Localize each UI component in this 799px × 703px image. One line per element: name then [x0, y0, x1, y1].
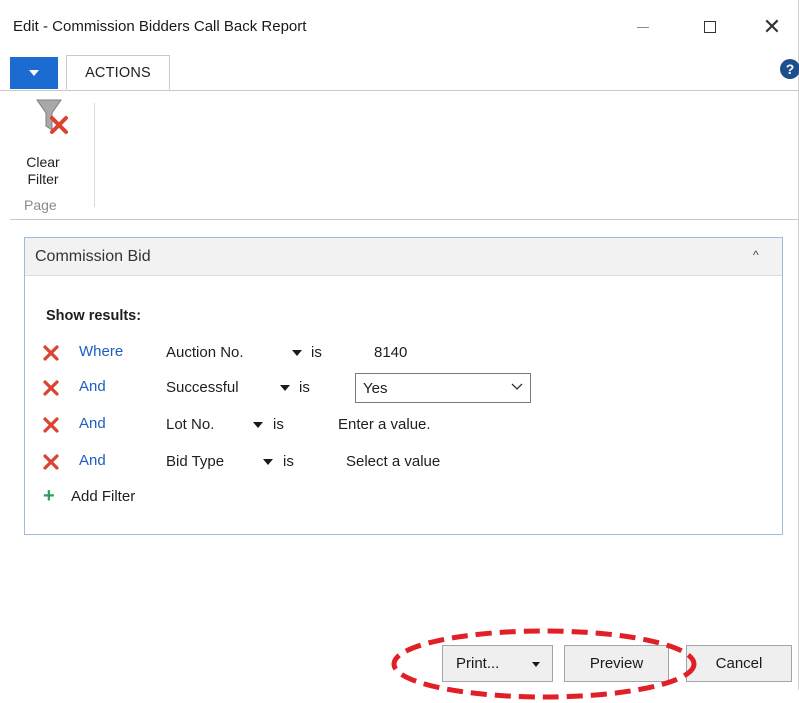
filter-operator: is: [311, 344, 322, 361]
print-button-label: Print...: [456, 655, 500, 672]
add-filter-link[interactable]: + Add Filter: [43, 486, 243, 508]
minimize-icon: [637, 26, 649, 28]
filter-row: Where Auction No. is 8140: [43, 341, 763, 365]
select-value: Yes: [363, 380, 388, 397]
caret-down-icon: [29, 70, 39, 76]
print-button[interactable]: Print...: [442, 645, 553, 682]
remove-filter-icon[interactable]: [43, 417, 59, 433]
background-strip: [0, 690, 799, 703]
tab-actions[interactable]: ACTIONS: [66, 55, 170, 90]
filter-field[interactable]: Auction No.: [166, 344, 244, 361]
maximize-icon: [704, 21, 716, 33]
group-separator: [94, 103, 95, 207]
close-button[interactable]: ✕: [749, 8, 795, 46]
filter-row: And Lot No. is Enter a value.: [43, 413, 763, 437]
caret-down-icon[interactable]: [532, 662, 540, 667]
close-icon: ✕: [762, 14, 782, 39]
maximize-button[interactable]: [687, 8, 733, 46]
filter-panel: Commission Bid ^ Show results: Where Auc…: [24, 237, 783, 535]
filter-conjunction[interactable]: Where: [79, 343, 123, 360]
show-results-label: Show results:: [46, 308, 142, 324]
remove-filter-icon[interactable]: [43, 345, 59, 361]
filter-conjunction[interactable]: And: [79, 415, 106, 432]
field-dropdown-icon[interactable]: [280, 385, 290, 391]
filter-operator: is: [273, 416, 284, 433]
panel-title: Commission Bid: [35, 248, 151, 265]
app-menu-button[interactable]: [10, 57, 58, 89]
ribbon-actions-panel: Clear Filter Page: [10, 91, 799, 220]
panel-header[interactable]: Commission Bid ^: [25, 238, 782, 276]
filter-value-placeholder[interactable]: Enter a value.: [338, 416, 431, 433]
field-dropdown-icon[interactable]: [253, 422, 263, 428]
preview-button-label: Preview: [589, 655, 644, 672]
preview-button[interactable]: Preview: [564, 645, 669, 682]
filter-field[interactable]: Bid Type: [166, 453, 224, 470]
field-dropdown-icon[interactable]: [292, 350, 302, 356]
add-filter-label: Add Filter: [71, 488, 136, 505]
window-title: Edit - Commission Bidders Call Back Repo…: [13, 18, 307, 35]
filter-value[interactable]: 8140: [374, 344, 407, 361]
funnel-clear-icon: [36, 99, 68, 134]
cancel-button-label: Cancel: [715, 655, 763, 672]
minimize-button[interactable]: [620, 8, 666, 46]
filter-row: And Bid Type is Select a value: [43, 450, 763, 474]
filter-field[interactable]: Lot No.: [166, 416, 214, 433]
group-label-page: Page: [24, 197, 57, 213]
chevron-down-icon: [511, 383, 523, 390]
help-icon[interactable]: ?: [780, 59, 799, 79]
collapse-icon[interactable]: ^: [753, 248, 759, 262]
remove-filter-icon[interactable]: [43, 380, 59, 396]
filter-operator: is: [283, 453, 294, 470]
filter-operator: is: [299, 379, 310, 396]
plus-icon: +: [43, 485, 55, 507]
filter-conjunction[interactable]: And: [79, 378, 106, 395]
filter-field[interactable]: Successful: [166, 379, 239, 396]
filter-conjunction[interactable]: And: [79, 452, 106, 469]
cancel-button[interactable]: Cancel: [686, 645, 792, 682]
clear-filter-label-line1: Clear: [26, 154, 60, 170]
ribbon-tab-bar: ACTIONS ?: [0, 50, 799, 91]
remove-filter-icon[interactable]: [43, 454, 59, 470]
dialog-window: Edit - Commission Bidders Call Back Repo…: [0, 0, 799, 690]
tab-actions-label: ACTIONS: [85, 64, 151, 81]
clear-filter-button[interactable]: Clear Filter: [19, 96, 75, 192]
successful-select[interactable]: Yes: [355, 373, 531, 403]
filter-value-placeholder[interactable]: Select a value: [346, 453, 440, 470]
clear-filter-label-line2: Filter: [27, 171, 59, 187]
filter-row: And Successful is Yes: [43, 373, 763, 403]
title-bar: Edit - Commission Bidders Call Back Repo…: [0, 6, 799, 50]
field-dropdown-icon[interactable]: [263, 459, 273, 465]
